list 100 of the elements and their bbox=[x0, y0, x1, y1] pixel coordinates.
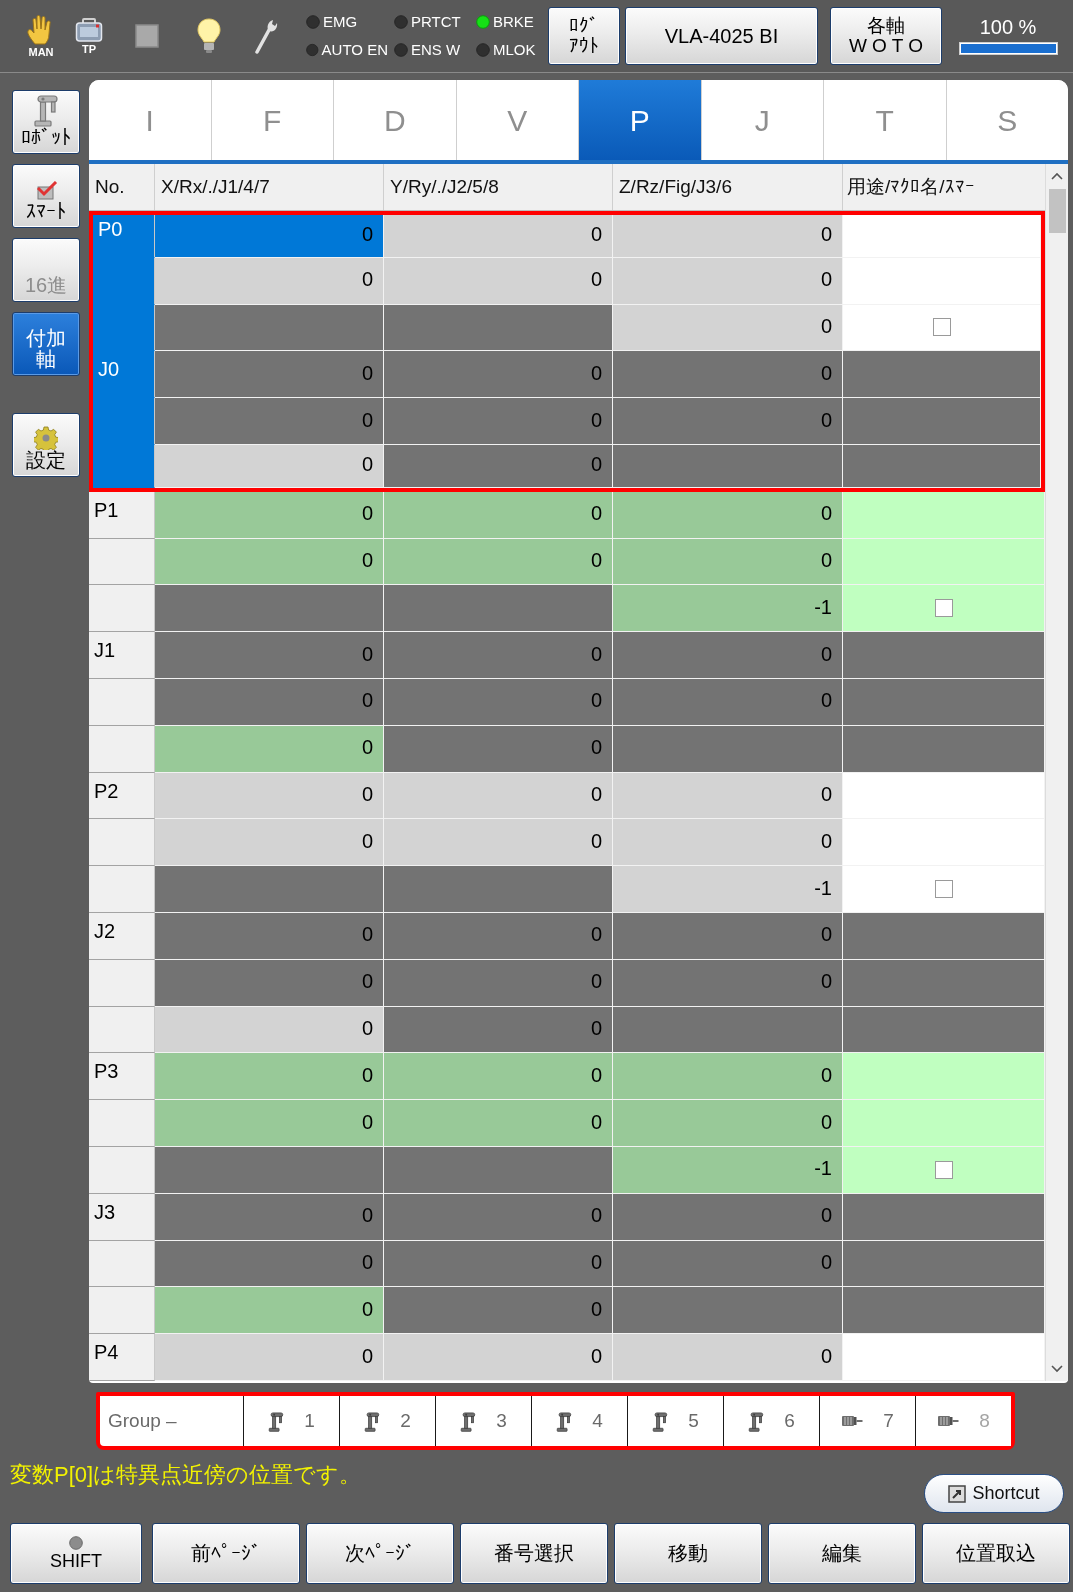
table-cell[interactable] bbox=[843, 725, 1045, 773]
function-button[interactable]: 前ﾍﾟｰｼﾞ bbox=[152, 1523, 300, 1584]
logout-button[interactable]: ﾛｸﾞｱｳﾄ bbox=[548, 7, 620, 65]
table-cell[interactable] bbox=[843, 1146, 1045, 1194]
light-bulb-icon[interactable] bbox=[196, 18, 222, 54]
table-cell[interactable]: 0 bbox=[155, 819, 384, 867]
shift-button[interactable]: SHIFT bbox=[10, 1523, 142, 1584]
row-header-cell[interactable] bbox=[89, 585, 155, 633]
table-cell[interactable]: 0 bbox=[155, 398, 384, 445]
table-cell[interactable]: 0 bbox=[155, 959, 384, 1007]
checkbox[interactable] bbox=[934, 599, 953, 618]
table-cell[interactable] bbox=[613, 445, 843, 488]
table-cell[interactable] bbox=[843, 215, 1041, 258]
row-header-cell[interactable]: J1 bbox=[89, 632, 155, 679]
table-cell[interactable]: 0 bbox=[613, 632, 843, 679]
row-header-cell[interactable]: P2 bbox=[89, 772, 155, 820]
row-header-cell[interactable]: P3 bbox=[89, 1053, 155, 1101]
table-cell[interactable]: 0 bbox=[155, 912, 384, 960]
axes-button[interactable]: 各軸 W O T O bbox=[830, 7, 942, 65]
checkbox[interactable] bbox=[934, 1160, 953, 1179]
function-button[interactable]: 位置取込 bbox=[922, 1523, 1070, 1584]
table-cell[interactable] bbox=[613, 725, 843, 773]
table-cell[interactable] bbox=[843, 1006, 1045, 1054]
table-cell[interactable]: 0 bbox=[155, 1287, 384, 1335]
table-cell[interactable]: 0 bbox=[613, 819, 843, 867]
table-cell[interactable]: 0 bbox=[613, 351, 843, 399]
table-cell[interactable] bbox=[843, 819, 1045, 867]
table-cell[interactable]: 0 bbox=[384, 1053, 613, 1101]
table-cell[interactable]: 0 bbox=[155, 351, 384, 399]
row-header-cell[interactable] bbox=[89, 1287, 155, 1335]
square-icon[interactable] bbox=[135, 24, 159, 48]
row-header-cell[interactable] bbox=[89, 1100, 155, 1147]
table-cell[interactable]: 0 bbox=[155, 215, 384, 258]
tab[interactable]: P bbox=[579, 80, 702, 160]
table-cell[interactable] bbox=[843, 351, 1041, 399]
table-cell[interactable]: 0 bbox=[384, 1006, 613, 1054]
table-cell[interactable]: -1 bbox=[613, 866, 843, 913]
settings-button[interactable]: 設定 bbox=[12, 413, 80, 477]
table-cell[interactable]: 0 bbox=[613, 912, 843, 960]
table-cell[interactable]: 0 bbox=[155, 538, 384, 586]
table-cell[interactable] bbox=[155, 1146, 384, 1194]
table-cell[interactable] bbox=[613, 1006, 843, 1054]
table-cell[interactable] bbox=[843, 304, 1041, 352]
row-header-cell[interactable] bbox=[89, 725, 155, 773]
table-cell[interactable]: 0 bbox=[384, 1193, 613, 1241]
table-cell[interactable]: 0 bbox=[613, 1240, 843, 1288]
table-cell[interactable]: 0 bbox=[155, 772, 384, 820]
table-cell[interactable] bbox=[384, 1146, 613, 1194]
function-button[interactable]: 次ﾍﾟｰｼﾞ bbox=[306, 1523, 454, 1584]
table-cell[interactable] bbox=[843, 585, 1045, 633]
table-cell[interactable] bbox=[843, 538, 1045, 586]
table-cell[interactable]: 0 bbox=[613, 959, 843, 1007]
table-cell[interactable]: 0 bbox=[384, 772, 613, 820]
table-cell[interactable]: 0 bbox=[613, 491, 843, 539]
table-cell[interactable]: 0 bbox=[613, 398, 843, 445]
table-cell[interactable] bbox=[843, 866, 1045, 913]
row-header-cell[interactable] bbox=[89, 866, 155, 913]
table-cell[interactable] bbox=[384, 866, 613, 913]
function-button[interactable]: 番号選択 bbox=[460, 1523, 608, 1584]
table-cell[interactable] bbox=[155, 304, 384, 352]
table-cell[interactable]: 0 bbox=[613, 1053, 843, 1101]
table-cell[interactable]: 0 bbox=[613, 1100, 843, 1147]
checkbox[interactable] bbox=[934, 880, 953, 899]
table-cell[interactable] bbox=[843, 445, 1041, 488]
table-cell[interactable]: 0 bbox=[155, 1006, 384, 1054]
table-cell[interactable] bbox=[843, 1334, 1045, 1381]
mode-button[interactable]: MAN bbox=[26, 14, 56, 58]
table-cell[interactable] bbox=[843, 398, 1041, 445]
row-header-cell[interactable]: P0 bbox=[93, 215, 155, 258]
row-header-cell[interactable]: P1 bbox=[89, 491, 155, 539]
scrollbar[interactable] bbox=[1045, 164, 1068, 1381]
table-cell[interactable]: 0 bbox=[155, 491, 384, 539]
table-cell[interactable] bbox=[843, 912, 1045, 960]
row-header-cell[interactable] bbox=[89, 959, 155, 1007]
table-cell[interactable]: 0 bbox=[155, 632, 384, 679]
row-header-cell[interactable]: J3 bbox=[89, 1193, 155, 1241]
table-cell[interactable]: 0 bbox=[384, 1287, 613, 1335]
table-cell[interactable] bbox=[843, 1053, 1045, 1101]
table-cell[interactable]: 0 bbox=[384, 257, 613, 305]
table-cell[interactable]: 0 bbox=[384, 959, 613, 1007]
table-cell[interactable]: 0 bbox=[613, 678, 843, 726]
table-cell[interactable]: 0 bbox=[384, 538, 613, 586]
row-header-cell[interactable] bbox=[89, 1006, 155, 1054]
table-cell[interactable] bbox=[384, 304, 613, 352]
table-cell[interactable]: 0 bbox=[155, 1193, 384, 1241]
sidebar-button[interactable]: ｽﾏｰﾄ bbox=[12, 164, 80, 228]
table-cell[interactable]: 0 bbox=[155, 725, 384, 773]
row-header-cell[interactable]: J2 bbox=[89, 912, 155, 960]
scroll-down-icon[interactable] bbox=[1051, 1365, 1063, 1373]
table-cell[interactable]: 0 bbox=[384, 1334, 613, 1381]
table-cell[interactable]: 0 bbox=[613, 1193, 843, 1241]
table-cell[interactable] bbox=[843, 1240, 1045, 1288]
row-header-cell[interactable] bbox=[93, 445, 155, 488]
row-header-cell[interactable] bbox=[89, 678, 155, 726]
function-button[interactable]: 移動 bbox=[614, 1523, 762, 1584]
checkbox[interactable] bbox=[932, 318, 951, 337]
table-cell[interactable] bbox=[384, 585, 613, 633]
table-cell[interactable]: 0 bbox=[384, 351, 613, 399]
table-cell[interactable]: 0 bbox=[613, 1334, 843, 1381]
table-cell[interactable] bbox=[843, 1193, 1045, 1241]
